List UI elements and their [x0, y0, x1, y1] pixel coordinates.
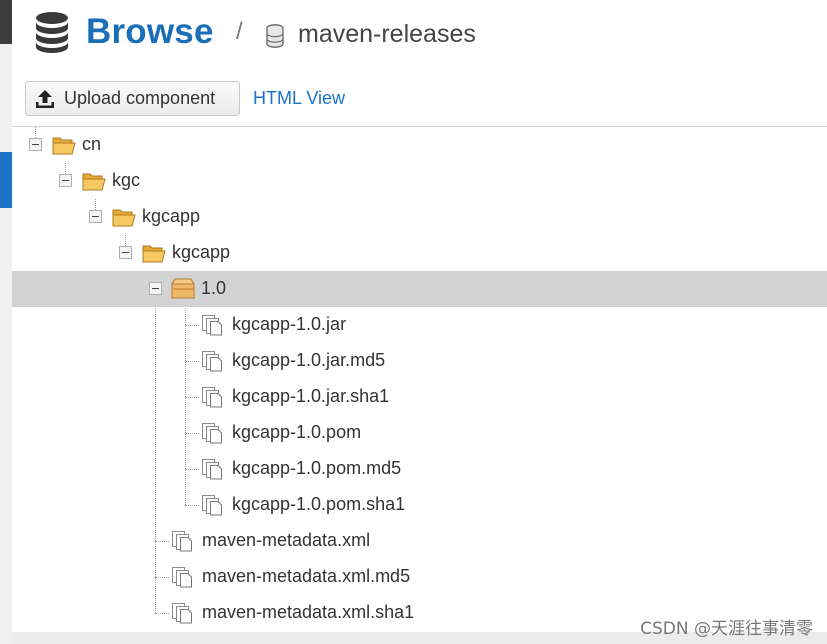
- tree-node-folder[interactable]: kgcapp: [12, 199, 827, 235]
- tree-node-label: maven-metadata.xml.sha1: [202, 602, 415, 622]
- component-tree: cn kgc kgcapp kgcapp 1.0 kgcapp-1.0.jar …: [12, 127, 827, 632]
- tree-node-version[interactable]: 1.0: [12, 271, 827, 307]
- tree-node-label: kgcapp: [172, 242, 231, 262]
- file-stack-icon: [202, 423, 222, 444]
- tree-node-label: 1.0: [201, 278, 227, 298]
- file-stack-icon: [202, 495, 222, 516]
- collapse-toggle[interactable]: [89, 210, 102, 223]
- folder-open-icon: [82, 173, 106, 191]
- tree-node-label: kgcapp-1.0.pom.sha1: [232, 494, 406, 514]
- tree-node-folder[interactable]: kgcapp: [12, 235, 827, 271]
- collapse-toggle[interactable]: [149, 282, 162, 295]
- file-stack-icon: [202, 315, 222, 336]
- tree-node-label: maven-metadata.xml.md5: [202, 566, 411, 586]
- file-stack-icon: [172, 603, 192, 624]
- folder-open-icon: [52, 137, 76, 155]
- tree-node-folder[interactable]: cn: [12, 127, 827, 163]
- collapse-toggle[interactable]: [119, 246, 132, 259]
- html-view-link[interactable]: HTML View: [253, 88, 345, 109]
- file-stack-icon: [172, 567, 192, 588]
- tree-node-file[interactable]: maven-metadata.xml: [12, 523, 827, 559]
- file-stack-icon: [202, 459, 222, 480]
- tree-node-folder[interactable]: kgc: [12, 163, 827, 199]
- tree-node-file[interactable]: maven-metadata.xml.md5: [12, 559, 827, 595]
- tree-node-file[interactable]: kgcapp-1.0.jar.sha1: [12, 379, 827, 415]
- package-icon: [171, 278, 195, 299]
- tree-node-label: kgcapp-1.0.jar: [232, 314, 347, 334]
- tree-node-label: kgcapp-1.0.jar.md5: [232, 350, 386, 370]
- folder-open-icon: [142, 245, 166, 263]
- collapse-toggle[interactable]: [59, 174, 72, 187]
- database-cylinder-icon: [266, 24, 284, 48]
- watermark: CSDN @天涯往事清零: [640, 619, 813, 639]
- file-stack-icon: [202, 387, 222, 408]
- left-nav-active-marker[interactable]: [0, 152, 12, 208]
- upload-component-button[interactable]: Upload component: [25, 81, 240, 116]
- left-nav-header: [0, 0, 12, 44]
- tree-node-file[interactable]: kgcapp-1.0.jar: [12, 307, 827, 343]
- upload-icon: [36, 89, 54, 108]
- breadcrumb-repository[interactable]: maven-releases: [298, 20, 476, 49]
- tree-node-label: maven-metadata.xml: [202, 530, 371, 550]
- tree-node-file[interactable]: kgcapp-1.0.jar.md5: [12, 343, 827, 379]
- tree-node-label: kgcapp: [142, 206, 201, 226]
- tree-node-file[interactable]: kgcapp-1.0.pom.sha1: [12, 487, 827, 523]
- left-nav-strip: [0, 0, 12, 644]
- tree-node-file[interactable]: kgcapp-1.0.pom.md5: [12, 451, 827, 487]
- tree-node-label: cn: [82, 134, 102, 154]
- page-header: Browse / maven-releases: [12, 0, 827, 70]
- toolbar: Upload component HTML View: [12, 70, 827, 126]
- database-icon: [36, 12, 68, 53]
- page-title: Browse: [86, 12, 214, 51]
- breadcrumb-separator: /: [236, 18, 243, 45]
- tree-node-label: kgcapp-1.0.pom.md5: [232, 458, 402, 478]
- upload-component-label: Upload component: [64, 88, 216, 108]
- file-stack-icon: [172, 531, 192, 552]
- folder-open-icon: [112, 209, 136, 227]
- tree-node-file[interactable]: kgcapp-1.0.pom: [12, 415, 827, 451]
- file-stack-icon: [202, 351, 222, 372]
- tree-node-label: kgcapp-1.0.pom: [232, 422, 362, 442]
- tree-node-label: kgc: [112, 170, 141, 190]
- collapse-toggle[interactable]: [29, 138, 42, 151]
- tree-node-label: kgcapp-1.0.jar.sha1: [232, 386, 390, 406]
